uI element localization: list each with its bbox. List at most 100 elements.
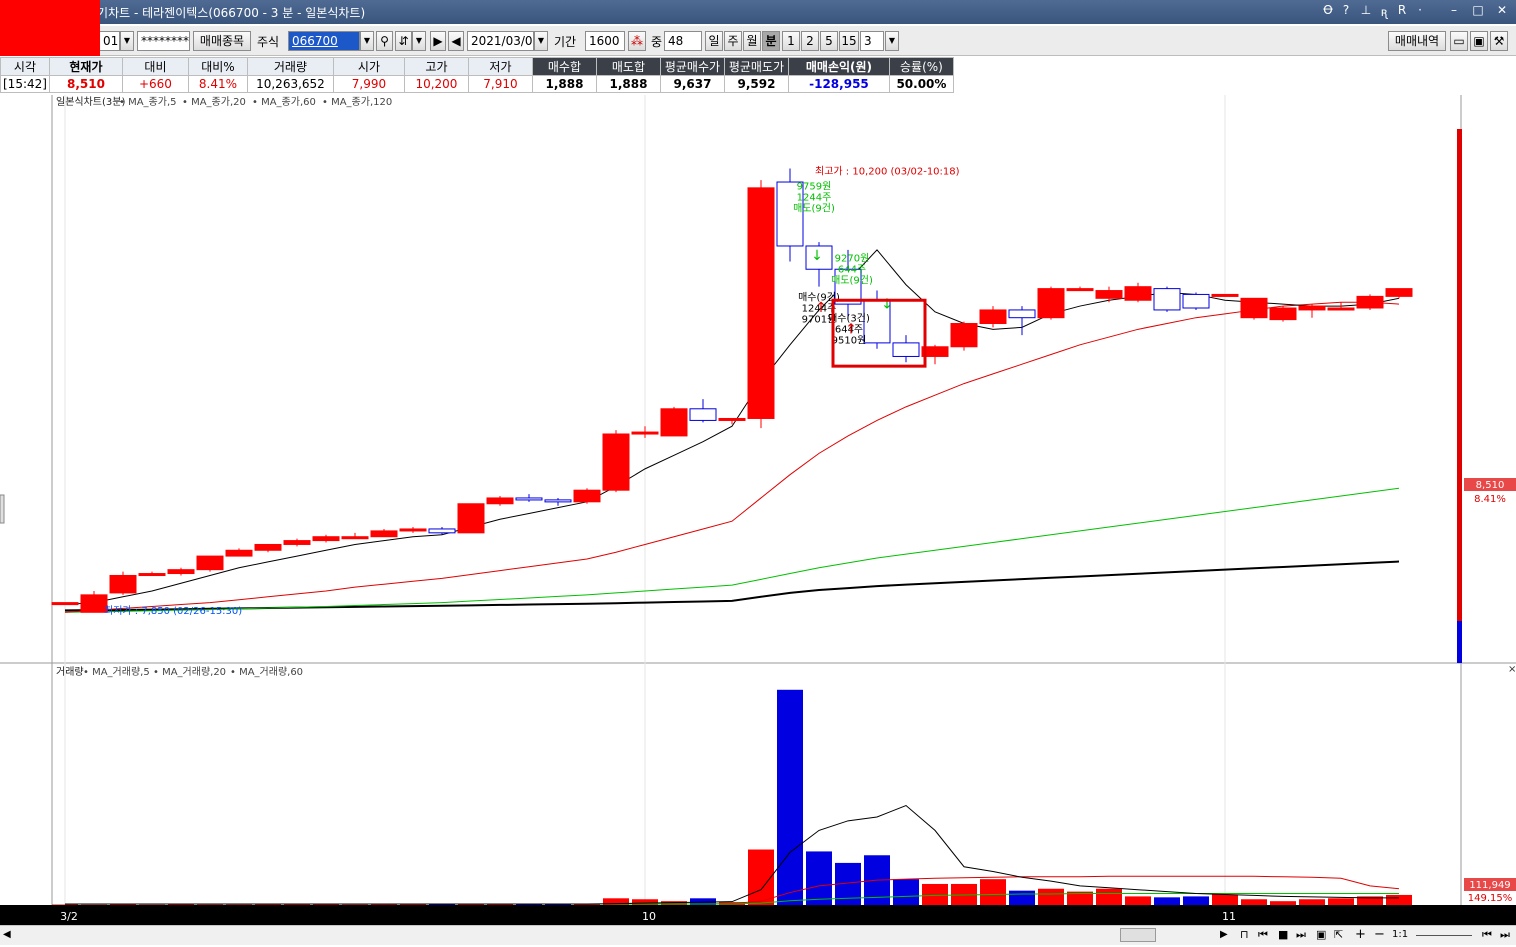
volume-bar	[806, 851, 832, 905]
refresh-icon[interactable]: R	[1394, 3, 1410, 17]
pin-icon[interactable]: Ꝋ	[1320, 3, 1336, 17]
low-price-label: 최저가 : 7,850 (02/26-15:30)	[104, 605, 242, 617]
chart-type-icon[interactable]: ⊓	[1240, 928, 1249, 941]
candle-body	[1269, 307, 1297, 321]
dot-icon[interactable]: ·	[1412, 3, 1428, 17]
volume-bar	[1038, 888, 1064, 905]
account-dropdown[interactable]: ▼	[120, 31, 134, 51]
candle-body	[457, 503, 485, 534]
close-icon[interactable]: ✕	[1494, 3, 1510, 17]
period-week-button[interactable]: 주	[724, 31, 742, 51]
minimize-icon[interactable]: –	[1446, 3, 1462, 17]
candle-body	[892, 342, 920, 357]
volume-bar	[1154, 897, 1180, 905]
maximize-icon[interactable]: □	[1470, 3, 1486, 17]
minute-value-dropdown[interactable]: ▼	[885, 31, 899, 51]
zoom-out-icon[interactable]: −	[1374, 927, 1385, 942]
wrench-icon[interactable]: ⚒	[1490, 31, 1508, 51]
price-range-bar	[1457, 129, 1462, 663]
x-tick-label: 10	[642, 910, 656, 923]
volume-legend-entry: • MA_거래량,5	[83, 666, 150, 678]
candle-body	[1327, 307, 1355, 311]
prev-arrow-icon[interactable]: ◀	[448, 31, 464, 51]
candle-body	[950, 323, 978, 348]
period-day-button[interactable]: 일	[705, 31, 723, 51]
account-field[interactable]: 01	[100, 31, 120, 51]
minute-2-button[interactable]: 2	[801, 31, 819, 51]
zoom-reset-button[interactable]: 1:1	[1392, 929, 1408, 940]
header-current-price: 현재가	[48, 57, 123, 76]
candle-body	[631, 431, 659, 435]
minute-15-button[interactable]: 15	[839, 31, 859, 51]
password-field[interactable]: ********	[137, 31, 190, 51]
candle-body	[689, 408, 717, 421]
candle-body	[370, 530, 398, 538]
chart-settings-icon[interactable]: ⁂	[628, 31, 646, 51]
candle-body	[196, 555, 224, 571]
stock-code-dropdown[interactable]: ▼	[360, 31, 374, 51]
stock-code-input[interactable]: 066700	[288, 31, 360, 51]
value-open: 7,990	[332, 75, 405, 93]
volume-legend-entry: • MA_거래량,20	[153, 666, 226, 678]
header-sell-sum: 매도합	[595, 57, 661, 76]
date-dropdown[interactable]: ▼	[534, 31, 548, 51]
candle-body	[660, 408, 688, 437]
stop-icon[interactable]: ■	[1278, 928, 1288, 941]
trade-items-button[interactable]: 매매종목	[193, 31, 251, 51]
high-price-label: 최고가 : 10,200 (03/02-10:18)	[815, 165, 960, 177]
header-buy-sum: 매수합	[531, 57, 597, 76]
period-minute-button[interactable]: 분	[762, 31, 780, 51]
save-icon[interactable]: ▣	[1470, 31, 1488, 51]
search-icon[interactable]: ⚲	[376, 31, 393, 51]
folder-icon[interactable]: ▭	[1450, 31, 1468, 51]
minute-5-button[interactable]: 5	[820, 31, 838, 51]
count-input[interactable]: 48	[664, 31, 702, 51]
zoom-slider[interactable]	[1416, 935, 1472, 936]
sell-marker-label: 1244주	[797, 192, 832, 203]
buy-arrow-icon: ↑	[815, 300, 827, 316]
rewind-icon[interactable]: ⏮	[1258, 928, 1268, 942]
chart-area[interactable]: 일본식차트(3분)• MA_종가,5 • MA_종가,20 • MA_종가,60 • …	[0, 95, 1516, 925]
help-icon[interactable]: ?	[1338, 3, 1354, 17]
volume-close-icon: ×	[1508, 664, 1516, 675]
x-tick-label: 11	[1222, 910, 1236, 923]
x-axis-bar	[0, 905, 1516, 925]
candle-body	[718, 417, 746, 421]
grid-icon[interactable]: ▣	[1316, 928, 1326, 941]
bottom-scrollbar[interactable]: ◀ ▶ ⊓ ⏮ ■ ⏭ ▣ ⇱ + − 1:1 ⏮ ⏭	[0, 925, 1516, 945]
next-arrow-icon[interactable]: ▶	[430, 31, 446, 51]
font-icon[interactable]: ꭆ	[1376, 3, 1392, 20]
minute-1-button[interactable]: 1	[782, 31, 800, 51]
candle-body	[138, 573, 166, 577]
sort-dropdown[interactable]: ▼	[412, 31, 426, 51]
minute-value-input[interactable]: 3	[860, 31, 884, 51]
forward-icon[interactable]: ⏭	[1296, 928, 1306, 942]
value-volume: 10,263,652	[246, 75, 334, 93]
volume-bar	[777, 689, 803, 905]
scroll-left-icon[interactable]: ◀	[3, 929, 15, 941]
header-time: 시각	[0, 57, 50, 76]
header-low: 저가	[467, 57, 533, 76]
period-month-button[interactable]: 월	[743, 31, 761, 51]
volume-bar	[1386, 894, 1412, 905]
mid-label: 중	[651, 35, 663, 49]
price-legend-entry: • MA_종가,60	[252, 96, 316, 108]
header-avg-sell: 평균매도가	[723, 57, 789, 76]
first-page-icon[interactable]: ⏮	[1482, 928, 1492, 942]
value-win-rate: 50.00%	[888, 75, 954, 93]
scroll-thumb[interactable]	[1120, 928, 1156, 942]
expand-icon[interactable]: ⇱	[1334, 928, 1343, 941]
sort-icon[interactable]: ⇵	[395, 31, 412, 51]
link-icon[interactable]: ⊥	[1358, 3, 1374, 17]
volume-bar	[1009, 890, 1035, 905]
zoom-in-icon[interactable]: +	[1355, 927, 1366, 942]
header-high: 고가	[403, 57, 469, 76]
trade-history-button[interactable]: 매매내역	[1388, 31, 1446, 51]
candle-body	[979, 309, 1007, 325]
candle-body	[254, 543, 282, 551]
scroll-right-icon[interactable]: ▶	[1220, 929, 1228, 940]
last-page-icon[interactable]: ⏭	[1500, 928, 1510, 942]
value-low: 7,910	[467, 75, 533, 93]
date-input[interactable]: 2021/03/02	[467, 31, 534, 51]
period-input[interactable]: 1600	[585, 31, 625, 51]
